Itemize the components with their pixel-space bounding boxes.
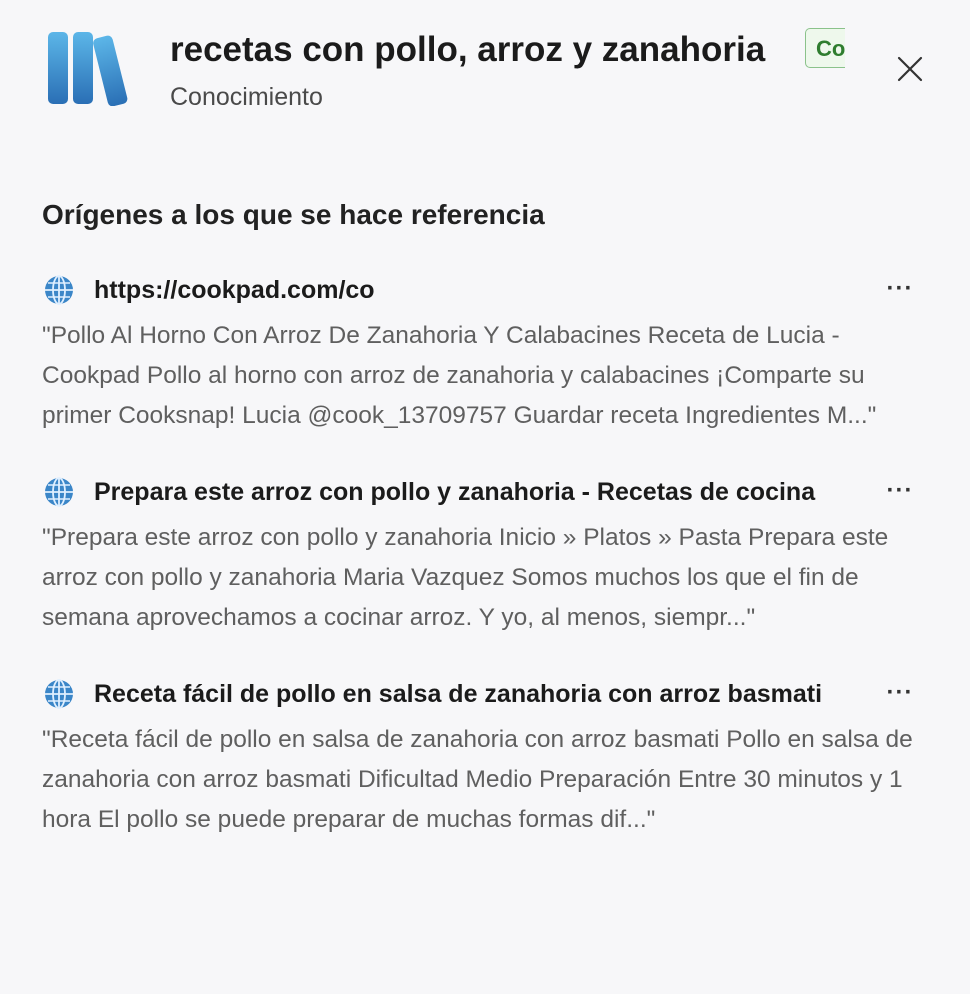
more-options-button[interactable]: ···: [880, 476, 920, 506]
reference-item: Prepara este arroz con pollo y zanahoria…: [42, 470, 922, 638]
globe-icon: [45, 477, 73, 507]
reference-header: Prepara este arroz con pollo y zanahoria…: [42, 470, 922, 514]
reference-snippet: "Prepara este arroz con pollo y zanahori…: [42, 524, 889, 631]
reference-snippet: "Receta fácil de pollo en salsa de zanah…: [42, 726, 913, 833]
close-icon: [897, 56, 923, 82]
more-options-button[interactable]: ···: [880, 678, 920, 708]
more-options-button[interactable]: ···: [880, 274, 920, 304]
reference-link[interactable]: https://cookpad.com/co: [94, 270, 864, 310]
reference-snippet: "Pollo Al Horno Con Arroz De Zanahoria Y…: [42, 322, 877, 429]
panel-header: recetas con pollo, arroz y zanahoria Con…: [0, 0, 970, 140]
reference-link[interactable]: Receta fácil de pollo en salsa de zanaho…: [94, 674, 864, 714]
reference-link[interactable]: Prepara este arroz con pollo y zanahoria…: [94, 472, 864, 512]
reference-list: https://cookpad.com/co ··· "Pollo Al Hor…: [42, 268, 922, 874]
reference-item: https://cookpad.com/co ··· "Pollo Al Hor…: [42, 268, 922, 436]
reference-header: Receta fácil de pollo en salsa de zanaho…: [42, 672, 922, 716]
books-icon: [48, 32, 128, 106]
reference-header: https://cookpad.com/co ···: [42, 268, 922, 312]
page-title: recetas con pollo, arroz y zanahoria: [170, 30, 766, 69]
status-badge: Co: [805, 28, 845, 68]
globe-icon: [45, 679, 73, 709]
globe-icon: [45, 275, 73, 305]
reference-item: Receta fácil de pollo en salsa de zanaho…: [42, 672, 922, 840]
section-title: Orígenes a los que se hace referencia: [42, 199, 545, 230]
page-subtitle: Conocimiento: [170, 83, 323, 111]
close-button[interactable]: [893, 52, 927, 86]
